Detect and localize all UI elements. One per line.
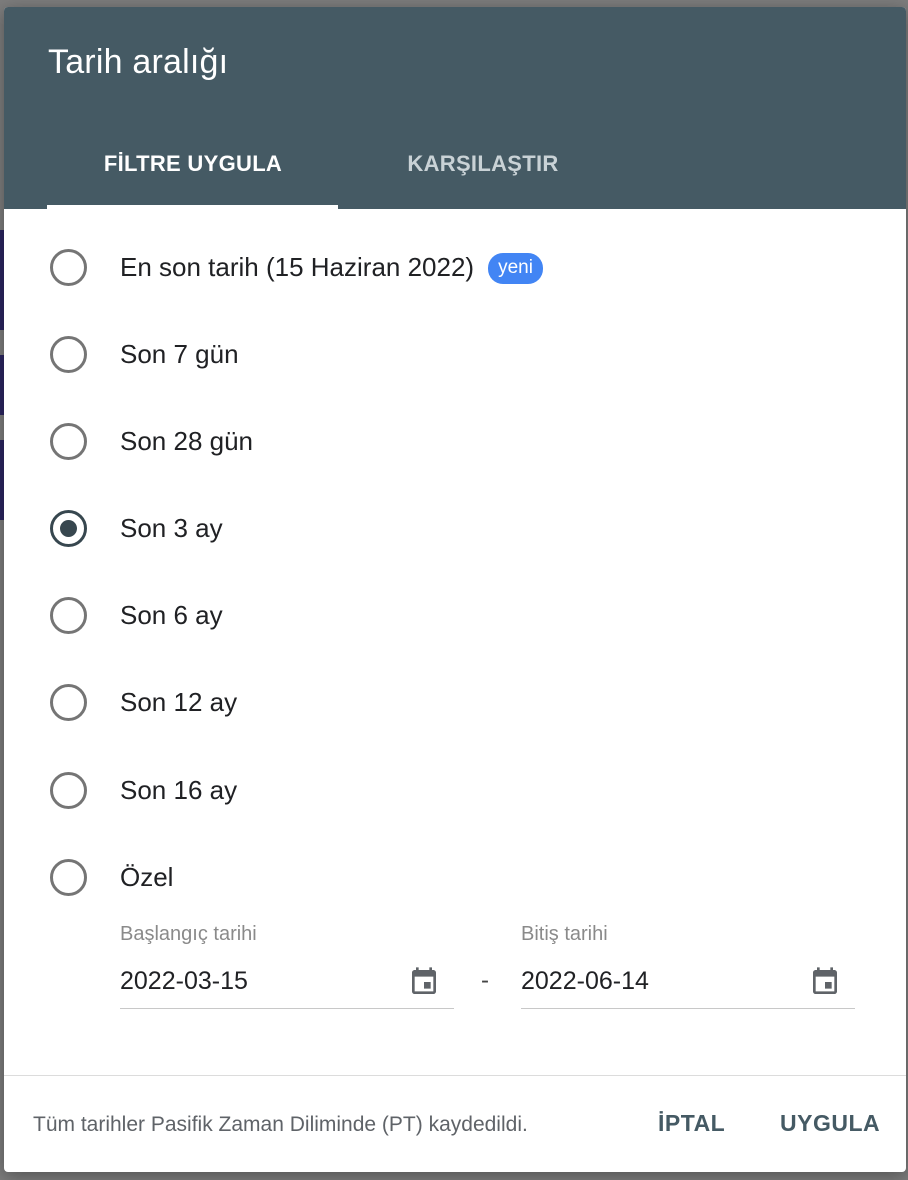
option-custom[interactable]: Özel: [4, 834, 906, 921]
end-date-field[interactable]: 2022-06-14: [521, 957, 855, 1009]
option-last-6-months[interactable]: Son 6 ay: [4, 572, 906, 659]
radio-button[interactable]: [50, 336, 87, 373]
end-date-label: Bitiş tarihi: [521, 923, 608, 945]
radio-button-checked[interactable]: [50, 510, 87, 547]
start-date-label: Başlangıç tarihi: [120, 923, 257, 945]
option-label: Son 6 ay: [120, 600, 223, 630]
option-label: Son 16 ay: [120, 775, 238, 805]
dialog-header: Tarih aralığı FİLTRE UYGULA KARŞILAŞTIR: [4, 7, 906, 209]
option-last-7-days[interactable]: Son 7 gün: [4, 311, 906, 398]
option-last-16-months[interactable]: Son 16 ay: [4, 747, 906, 834]
timezone-note: Tüm tarihler Pasifik Zaman Diliminde (PT…: [33, 1113, 528, 1136]
radio-button[interactable]: [50, 423, 87, 460]
option-label: Son 12 ay: [120, 687, 238, 717]
calendar-icon[interactable]: [809, 966, 841, 998]
calendar-icon[interactable]: [408, 966, 440, 998]
radio-button[interactable]: [50, 597, 87, 634]
tab-filter[interactable]: FİLTRE UYGULA: [48, 151, 338, 177]
option-label: Özel: [120, 862, 174, 892]
tab-compare[interactable]: KARŞILAŞTIR: [338, 151, 628, 177]
radio-button[interactable]: [50, 249, 87, 286]
option-last-28-days[interactable]: Son 28 gün: [4, 398, 906, 485]
radio-button[interactable]: [50, 772, 87, 809]
option-label: En son tarih (15 Haziran 2022): [120, 251, 475, 282]
start-date-value[interactable]: 2022-03-15: [120, 967, 248, 996]
date-range-separator: -: [481, 967, 489, 994]
start-date-field[interactable]: 2022-03-15: [120, 957, 454, 1009]
radio-button[interactable]: [50, 684, 87, 721]
date-range-dialog: Tarih aralığı FİLTRE UYGULA KARŞILAŞTIR …: [4, 7, 906, 1172]
option-label: Son 28 gün: [120, 426, 254, 456]
cancel-button[interactable]: İPTAL: [658, 1110, 725, 1137]
option-label: Son 3 ay: [120, 513, 223, 543]
option-label: Son 7 gün: [120, 339, 239, 369]
dialog-title: Tarih aralığı: [48, 43, 229, 81]
radio-button[interactable]: [50, 859, 87, 896]
footer-divider: [4, 1075, 906, 1076]
new-badge: yeni: [488, 252, 543, 284]
option-latest-date[interactable]: En son tarih (15 Haziran 2022) yeni: [4, 224, 906, 311]
option-last-12-months[interactable]: Son 12 ay: [4, 659, 906, 746]
active-tab-indicator: [47, 205, 338, 209]
end-date-value[interactable]: 2022-06-14: [521, 967, 649, 996]
option-last-3-months[interactable]: Son 3 ay: [4, 485, 906, 572]
apply-button[interactable]: UYGULA: [780, 1110, 880, 1137]
